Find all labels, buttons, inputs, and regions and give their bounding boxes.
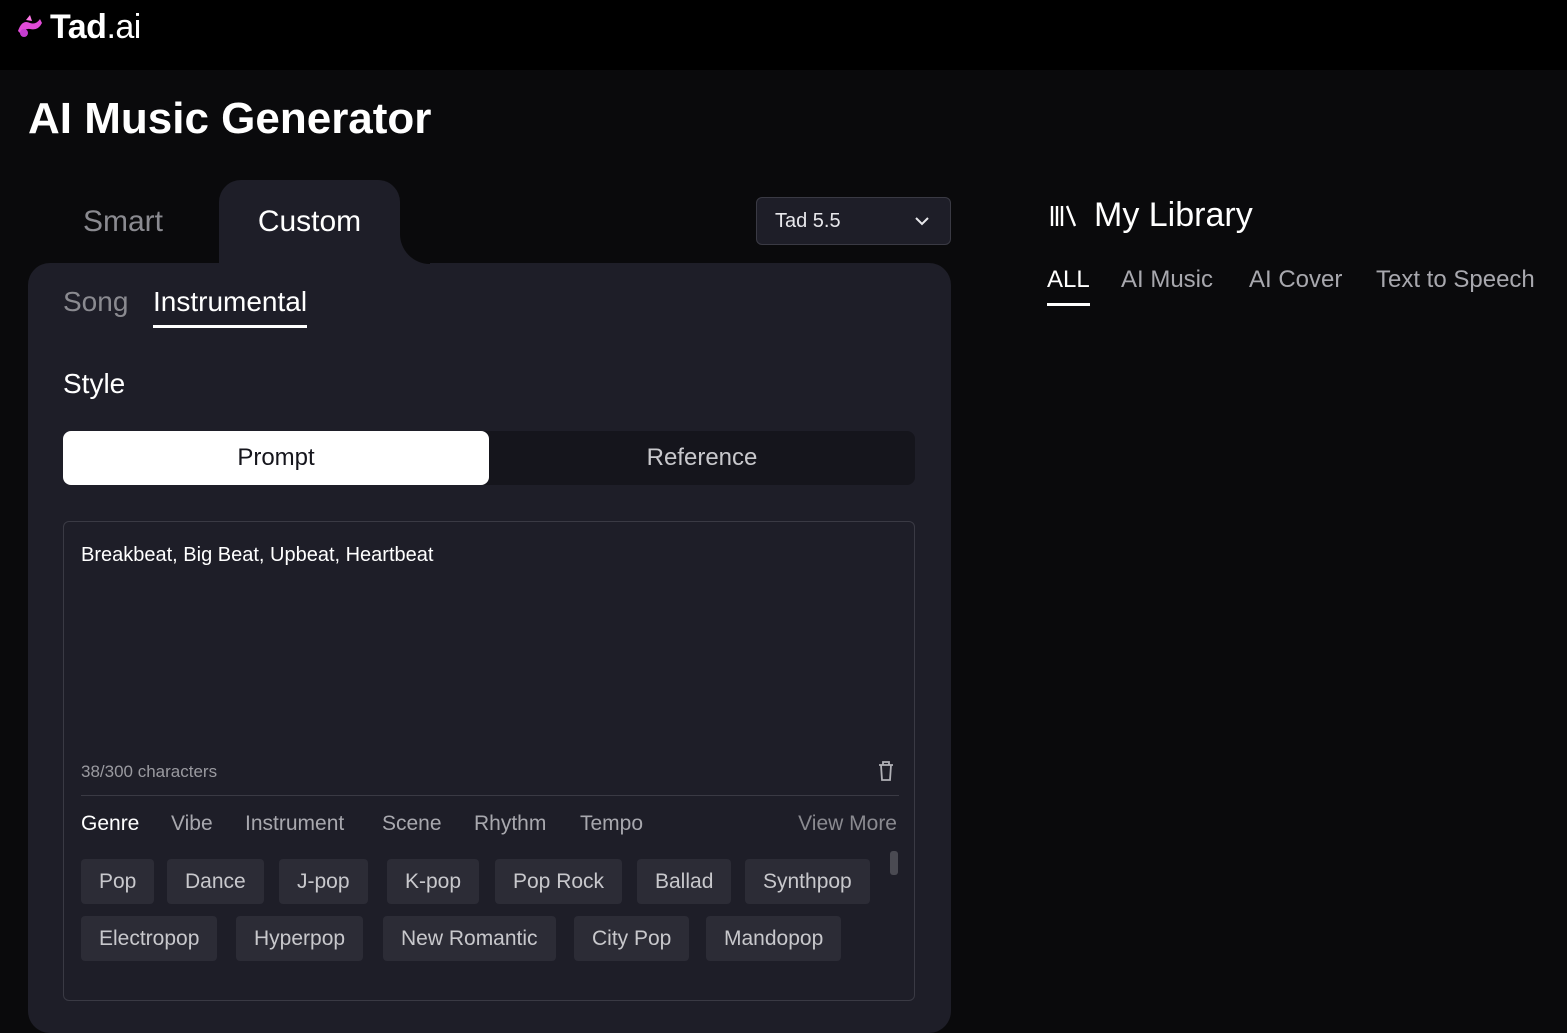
prompt-button[interactable]: Prompt (63, 431, 489, 485)
category-tab-instrument[interactable]: Instrument (245, 812, 344, 836)
style-prompt-box: Breakbeat, Big Beat, Upbeat, Heartbeat 3… (63, 521, 915, 1001)
model-version-select[interactable]: Tad 5.5 (756, 197, 951, 245)
library-tab-text-to-speech[interactable]: Text to Speech (1376, 266, 1535, 306)
reference-button[interactable]: Reference (489, 431, 915, 485)
style-label: Style (63, 368, 126, 399)
library-tab-all[interactable]: ALL (1047, 266, 1090, 306)
logo[interactable]: Tad.ai (12, 8, 141, 47)
category-tab-rhythm[interactable]: Rhythm (474, 812, 546, 836)
logo-text: Tad.ai (50, 8, 141, 46)
genre-chip[interactable]: Ballad (637, 859, 732, 904)
genre-chip[interactable]: Pop (81, 859, 155, 904)
category-tab-tempo[interactable]: Tempo (580, 812, 643, 836)
divider (81, 795, 899, 796)
library-header: My Library (1048, 196, 1253, 235)
tab-smart[interactable]: Smart (28, 180, 218, 264)
chips-scrollbar[interactable] (890, 851, 898, 875)
model-version-value: Tad 5.5 (775, 209, 841, 232)
library-tab-ai-music[interactable]: AI Music (1121, 266, 1213, 306)
category-tab-vibe[interactable]: Vibe (171, 812, 213, 836)
style-prompt-input[interactable]: Breakbeat, Big Beat, Upbeat, Heartbeat (81, 544, 433, 567)
subtab-song[interactable]: Song (63, 284, 128, 328)
genre-chip[interactable]: Mandopop (706, 916, 842, 961)
category-tab-genre[interactable]: Genre (81, 812, 139, 836)
genre-chip[interactable]: Dance (167, 859, 264, 904)
tab-notch (400, 234, 430, 264)
genre-chip[interactable]: City Pop (574, 916, 690, 961)
style-mode-toggle: Prompt Reference (63, 431, 915, 485)
library-tab-ai-cover[interactable]: AI Cover (1249, 266, 1342, 306)
library-title: My Library (1094, 196, 1253, 234)
genre-chip[interactable]: Hyperpop (236, 916, 364, 961)
view-more-link[interactable]: View More (798, 812, 897, 836)
genre-chip[interactable]: Pop Rock (495, 859, 623, 904)
genre-chip[interactable]: Synthpop (745, 859, 870, 904)
genre-chip[interactable]: Electropop (81, 916, 218, 961)
library-icon (1050, 205, 1077, 226)
category-tab-scene[interactable]: Scene (382, 812, 442, 836)
tab-custom[interactable]: Custom (219, 180, 400, 264)
genre-chip[interactable]: New Romantic (383, 916, 556, 961)
chevron-down-icon (915, 217, 929, 226)
char-count: 38/300 characters (81, 762, 218, 781)
subtab-instrumental[interactable]: Instrumental (153, 284, 308, 328)
top-bar: Tad.ai (0, 0, 1567, 70)
page-title: AI Music Generator (28, 94, 432, 143)
tad-logo-icon (18, 14, 42, 37)
genre-chip[interactable]: J-pop (279, 859, 368, 904)
genre-chip[interactable]: K-pop (387, 859, 480, 904)
trash-icon[interactable] (876, 760, 896, 782)
